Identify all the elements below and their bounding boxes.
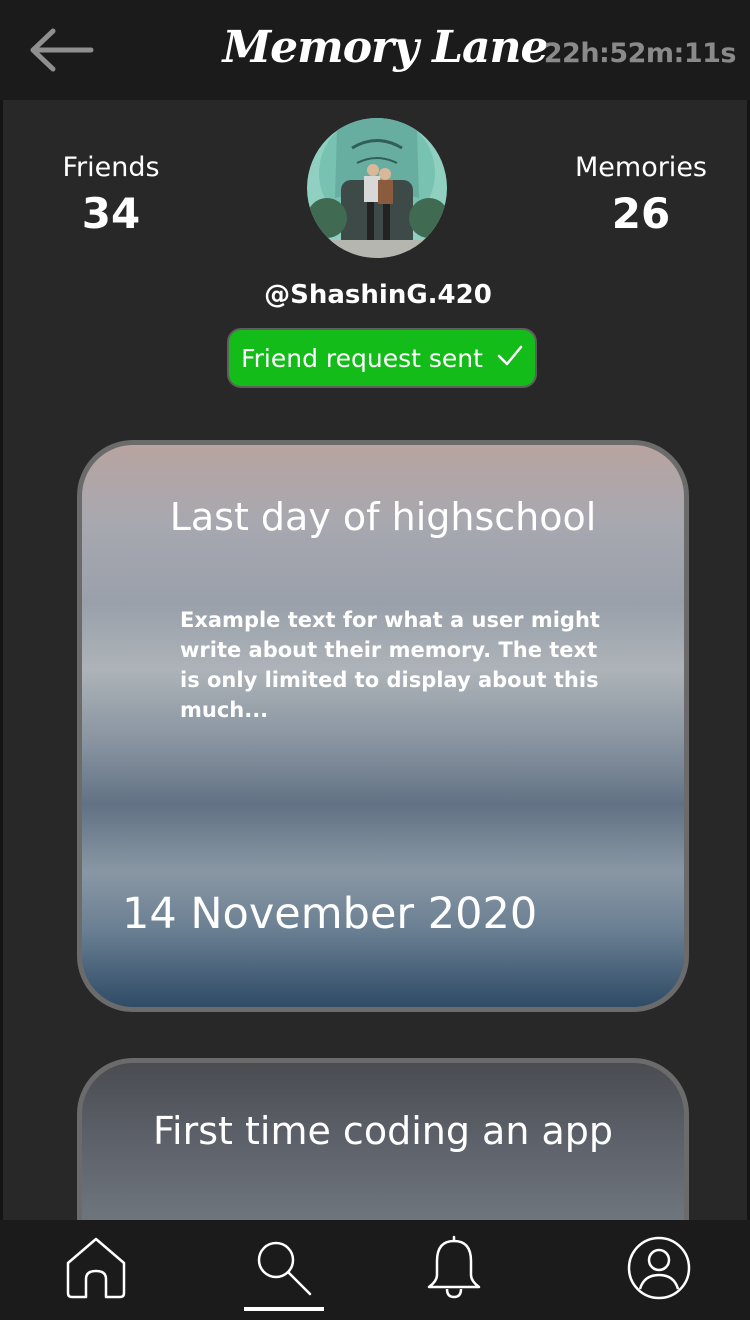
memories-count: 26 [611,189,671,238]
bell-icon [425,1235,483,1305]
username: @ShashinG.420 [264,280,492,310]
bottom-nav [0,1220,750,1320]
memory-date: 14 November 2020 [122,889,538,939]
top-bar: Memory Lane 22h:52m:11s [0,0,750,100]
friends-stat[interactable]: Friends 34 [11,152,211,238]
memory-card[interactable]: Last day of highschool Example text for … [77,440,689,1012]
memory-card[interactable]: First time coding an app [77,1058,689,1220]
friend-request-button[interactable]: Friend request sent [227,328,537,388]
avatar[interactable] [307,118,447,258]
search-icon [254,1238,314,1302]
nav-profile-button[interactable] [619,1232,699,1308]
home-icon [64,1235,128,1305]
memory-text: Example text for what a user might write… [180,608,600,722]
friend-request-label: Friend request sent [241,343,483,373]
active-tab-indicator [244,1307,324,1311]
memory-title: First time coding an app [152,1109,614,1153]
countdown-timer: 22h:52m:11s [543,38,737,69]
friends-count: 34 [81,189,141,238]
checkmark-icon [497,344,523,373]
nav-search-button[interactable] [244,1232,324,1308]
memory-title: Last day of highschool [169,495,597,539]
nav-notifications-button[interactable] [414,1232,494,1308]
nav-home-button[interactable] [56,1232,136,1308]
memories-label: Memories [574,152,707,183]
memories-stat[interactable]: Memories 26 [541,152,741,238]
user-profile-icon [626,1235,692,1305]
friends-label: Friends [62,152,160,183]
profile-content[interactable]: Friends 34 Memories 26 @ShashinG.420 Fri… [0,100,750,1220]
